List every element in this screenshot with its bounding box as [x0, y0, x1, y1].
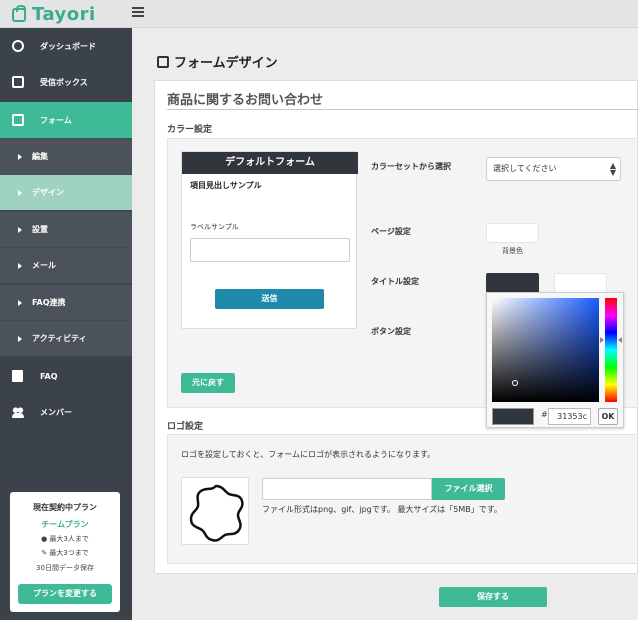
sidebar-subitem-faq-link[interactable]: FAQ連携 [0, 284, 132, 320]
menu-toggle-icon[interactable] [132, 7, 144, 19]
file-format-note: ファイル形式はpng、gif、jpgです。 最大サイズは「5MB」です。 [262, 505, 502, 514]
caret-right-icon [18, 226, 22, 233]
title-text-swatch[interactable] [554, 273, 607, 293]
save-button[interactable]: 保存する [439, 587, 547, 607]
edit-icon [157, 55, 169, 68]
colorset-select-value: 選択してください [493, 164, 557, 173]
sidebar-item-label: 受信ボックス [40, 77, 88, 87]
change-plan-button[interactable]: プランを変更する [18, 584, 112, 604]
sidebar-item-label: FAQ連携 [32, 298, 66, 307]
bag-icon [12, 4, 26, 22]
sidebar-item-label: メンバー [40, 407, 72, 417]
inbox-icon [12, 76, 24, 88]
reset-button[interactable]: 元に戻す [181, 373, 235, 393]
logo-file-input[interactable] [262, 478, 432, 500]
plan-members: ● 最大3人まで [10, 534, 120, 544]
sidebar-item-members[interactable]: メンバー [0, 394, 132, 430]
sidebar-item-label: アクティビティ [32, 334, 87, 343]
sidebar-subitem-edit[interactable]: 編集 [0, 138, 132, 174]
logo-description: ロゴを設定しておくと、フォームにロゴが表示されるようになります。 [181, 450, 436, 459]
app-logo[interactable]: Tayori [12, 4, 96, 25]
colorset-label: カラーセットから選択 [371, 162, 451, 171]
flower-logo-icon [189, 484, 244, 542]
sidebar-item-dashboard[interactable]: ダッシュボード [0, 28, 132, 64]
logo-settings-label: ロゴ設定 [167, 422, 204, 432]
saturation-value-field[interactable] [492, 298, 599, 402]
users-small-icon: ● [41, 535, 48, 543]
page-title: フォームデザイン [157, 52, 278, 71]
plan-forms-text: 最大3つまで [49, 549, 89, 557]
title-setting-label: タイトル設定 [371, 277, 419, 286]
logo-preview [181, 477, 249, 545]
hue-pointer-left-icon [600, 337, 604, 343]
plan-card: 現在契約中プラン チームプラン ● 最大3人まで ✎ 最大3つまで 30日間デー… [10, 492, 120, 612]
sidebar: ダッシュボード 受信ボックス フォーム 編集 デザイン 設置 メール FAQ連携… [0, 28, 132, 620]
sidebar-item-label: フォーム [40, 115, 72, 125]
page-background-swatch[interactable] [486, 223, 539, 243]
color-picker: # 31353c OK [486, 292, 624, 428]
sidebar-item-form[interactable]: フォーム [0, 102, 132, 138]
users-icon [12, 406, 24, 418]
form-small-icon: ✎ [41, 549, 48, 557]
sidebar-item-label: 設置 [32, 225, 48, 234]
hue-pointer-right-icon [618, 337, 622, 343]
sidebar-subitem-activity[interactable]: アクティビティ [0, 320, 132, 356]
caret-right-icon [18, 262, 22, 269]
plan-title: 現在契約中プラン [33, 503, 97, 512]
plan-members-text: 最大3人まで [49, 535, 89, 543]
preview-label: ラベルサンプル [190, 223, 239, 231]
caret-right-icon [18, 299, 22, 306]
title-background-swatch[interactable] [486, 273, 539, 293]
caret-right-icon [18, 335, 22, 342]
colorset-select[interactable]: 選択してください ▲ ▼ [486, 157, 621, 181]
caret-right-icon [18, 189, 22, 196]
divider [167, 109, 638, 110]
sidebar-item-faq[interactable]: FAQ [0, 358, 132, 394]
top-bar: Tayori [0, 0, 638, 28]
preview-submit-button: 送信 [215, 289, 324, 309]
preview-subheading: 項目見出しサンプル [190, 181, 262, 190]
picker-ok-button[interactable]: OK [598, 408, 618, 425]
preview-header: デフォルトフォーム [182, 152, 358, 174]
sidebar-subitem-mail[interactable]: メール [0, 247, 132, 283]
sidebar-subitem-install[interactable]: 設置 [0, 211, 132, 247]
form-icon [12, 114, 24, 126]
form-name: 商品に関するお問い合わせ [167, 93, 324, 108]
sidebar-item-label: メール [32, 261, 56, 270]
sidebar-item-label: FAQ [40, 371, 58, 381]
plan-forms: ✎ 最大3つまで [10, 548, 120, 558]
caret-right-icon [18, 153, 22, 160]
sidebar-subitem-design[interactable]: デザイン [0, 174, 132, 210]
page-title-text: フォームデザイン [174, 56, 278, 71]
plan-retention: 30日間データ保存 [36, 564, 94, 572]
sidebar-item-inbox[interactable]: 受信ボックス [0, 64, 132, 100]
preview-input [190, 238, 350, 262]
hex-input[interactable]: 31353c [548, 408, 591, 425]
page-setting-label: ページ設定 [371, 227, 411, 236]
button-setting-label: ボタン設定 [371, 327, 411, 336]
current-color-preview [492, 408, 534, 425]
form-preview: デフォルトフォーム 項目見出しサンプル ラベルサンプル 送信 [181, 151, 358, 329]
sidebar-item-label: ダッシュボード [40, 41, 96, 51]
plan-name: チームプラン [41, 520, 89, 529]
app-name: Tayori [32, 4, 96, 25]
file-select-button[interactable]: ファイル選択 [432, 478, 505, 500]
background-caption: 背景色 [502, 247, 523, 255]
hue-slider[interactable] [605, 298, 617, 402]
color-settings-label: カラー設定 [167, 125, 213, 135]
book-icon [12, 370, 23, 382]
dashboard-icon [12, 40, 24, 52]
sidebar-item-label: 編集 [32, 152, 48, 161]
select-caret-icon: ▲ ▼ [609, 161, 616, 177]
sidebar-item-label: デザイン [32, 188, 64, 197]
color-cursor[interactable] [512, 380, 518, 386]
hex-prefix: # [541, 410, 548, 419]
